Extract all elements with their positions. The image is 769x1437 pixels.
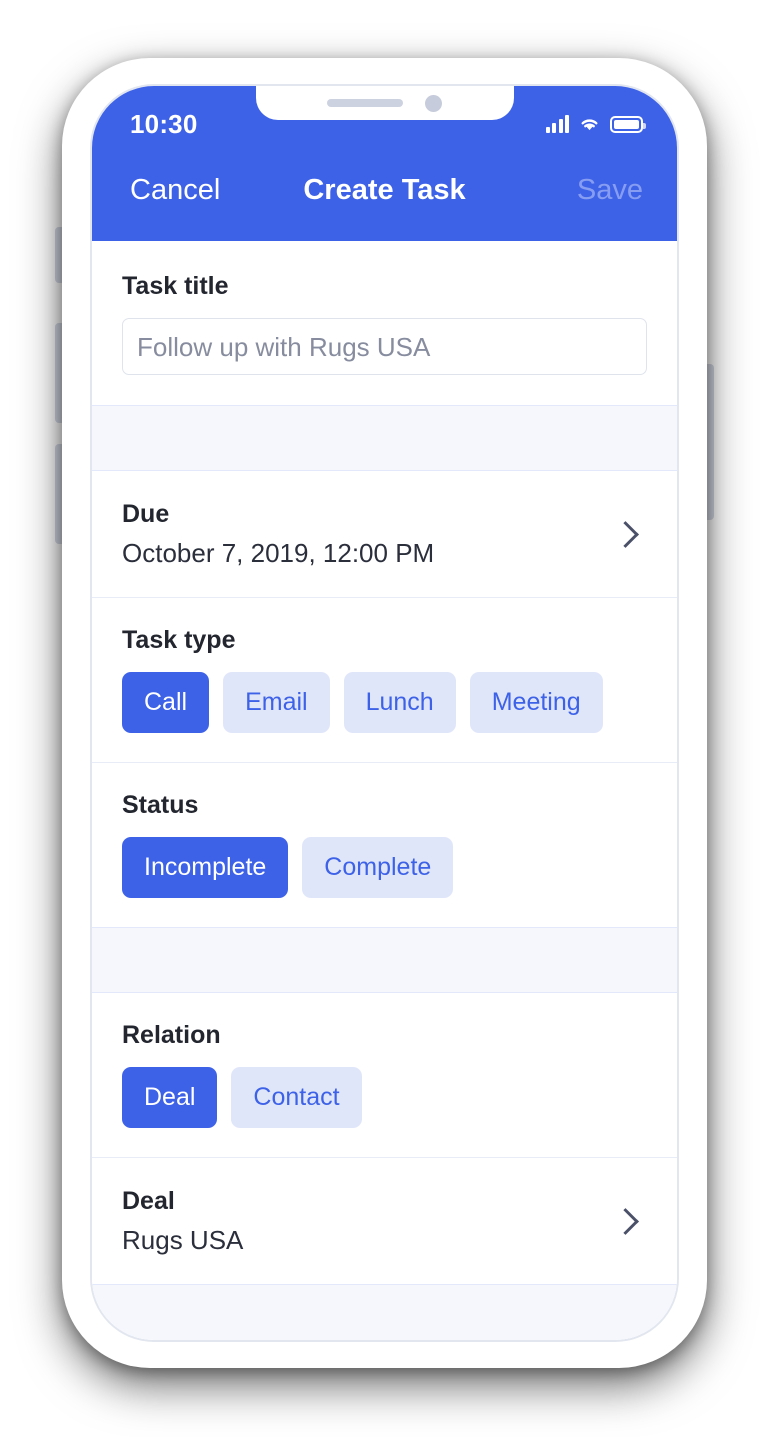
cancel-button[interactable]: Cancel [130, 176, 220, 205]
task-type-chip-meeting[interactable]: Meeting [469, 672, 603, 733]
task-title-label: Task title [122, 272, 229, 300]
deal-row-text: Deal Rugs USA [122, 1187, 244, 1255]
speaker-grille-icon [327, 99, 403, 107]
relation-label: Relation [122, 1021, 221, 1049]
phone-screen: 10:30 Cancel Create Task Save Task title… [92, 86, 677, 1340]
status-section: Status Incomplete Complete [92, 763, 677, 927]
relation-options: Deal Contact [122, 1067, 647, 1128]
status-bar-icons [545, 115, 646, 133]
task-type-chip-call[interactable]: Call [122, 672, 210, 733]
create-task-form: Task title Follow up with Rugs USA Due O… [92, 241, 677, 1340]
cellular-signal-icon [545, 115, 569, 133]
deal-value: Rugs USA [122, 1225, 244, 1255]
task-title-input[interactable]: Follow up with Rugs USA [122, 318, 647, 375]
chevron-right-icon [612, 520, 639, 548]
section-gap-2 [92, 927, 677, 993]
task-title-section: Task title Follow up with Rugs USA [92, 241, 677, 405]
task-type-label: Task type [122, 626, 236, 654]
battery-icon [610, 116, 646, 133]
task-type-section: Task type Call Email Lunch Meeting [92, 598, 677, 762]
phone-notch [255, 86, 514, 120]
task-type-options: Call Email Lunch Meeting [122, 672, 647, 733]
task-title-placeholder: Follow up with Rugs USA [137, 331, 431, 362]
save-button[interactable]: Save [577, 176, 643, 205]
due-label: Due [122, 500, 170, 528]
relation-chip-deal[interactable]: Deal [122, 1067, 218, 1128]
deal-row[interactable]: Deal Rugs USA [92, 1158, 677, 1284]
status-label: Status [122, 791, 199, 819]
relation-chip-contact[interactable]: Contact [231, 1067, 362, 1128]
wifi-icon [581, 119, 598, 131]
status-bar-time: 10:30 [130, 109, 198, 139]
page-title: Create Task [303, 174, 466, 206]
task-type-chip-email[interactable]: Email [223, 672, 330, 733]
due-row[interactable]: Due October 7, 2019, 12:00 PM [92, 471, 677, 597]
due-row-text: Due October 7, 2019, 12:00 PM [122, 500, 435, 568]
section-gap-1 [92, 405, 677, 471]
due-value: October 7, 2019, 12:00 PM [122, 538, 435, 568]
section-gap-3 [92, 1284, 677, 1340]
status-chip-complete[interactable]: Complete [302, 837, 454, 898]
status-options: Incomplete Complete [122, 837, 647, 898]
navigation-bar-actions: Cancel Create Task Save [92, 148, 677, 241]
screenshot-stage: 10:30 Cancel Create Task Save Task title… [0, 0, 769, 1437]
task-type-chip-lunch[interactable]: Lunch [343, 672, 456, 733]
deal-label: Deal [122, 1187, 175, 1215]
front-camera-icon [425, 94, 442, 112]
relation-section: Relation Deal Contact [92, 993, 677, 1157]
status-chip-incomplete[interactable]: Incomplete [122, 837, 289, 898]
chevron-right-icon [612, 1207, 639, 1235]
